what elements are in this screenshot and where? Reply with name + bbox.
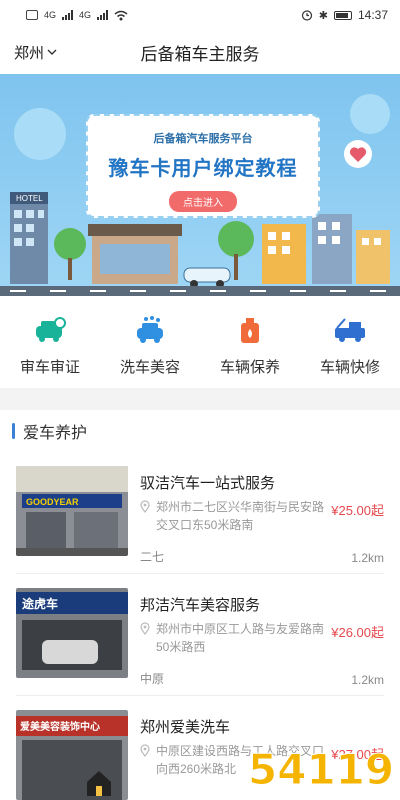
shop-address: 郑州市中原区工人路与友爱路南50米路西 [140,620,330,656]
battery-icon [333,10,352,20]
page-title: 后备箱车主服务 [140,44,260,64]
svg-text:54119手游网: 54119手游网 [248,745,396,794]
bluetooth-icon: ✱ [318,9,328,22]
city-selector[interactable]: 郑州 [14,42,57,63]
shop-address: 郑州市二七区兴华南街与民安路交叉口东50米路南 [140,498,330,534]
watermark: 54119手游网 [246,732,400,798]
menu-item-maintenance[interactable]: 车辆保养 [205,314,295,388]
location-pin-icon [140,500,150,513]
shop-name: 邦洁汽车美容服务 [140,597,261,614]
car-wash-icon [105,314,195,346]
promo-banner[interactable]: HOTEL 后备箱汽车服务平台 豫车卡用户绑定教程 点击进入 [0,74,400,296]
watermark-logo: 54119手游网 [248,745,400,795]
shop-name: 郑州爱美洗车 [140,719,231,736]
clock: 14:37 [357,8,388,22]
banner-card[interactable]: 后备箱汽车服务平台 豫车卡用户绑定教程 点击进入 [86,114,320,218]
banner-subtitle: 后备箱汽车服务平台 [153,133,253,145]
menu-item-repair[interactable]: 车辆快修 [305,314,395,388]
shop-sign: 途虎车 [22,596,58,611]
banner-title: 豫车卡用户绑定教程 [108,158,298,180]
shop-area: 二七 [140,550,165,564]
signal-icon-2 [97,10,109,20]
banner-enter-button[interactable]: 点击进入 [169,191,237,212]
shop-photo: 途虎车 [16,588,128,678]
section-accent-bar [12,423,15,439]
city-label: 郑州 [14,44,45,62]
menu-label: 洗车美容 [119,359,180,376]
service-menu: 审车审证 洗车美容 车辆保养 车辆快修 [0,296,400,388]
menu-item-inspection[interactable]: 审车审证 [5,314,95,388]
menu-label: 车辆保养 [219,359,280,376]
home-icon [87,771,111,796]
menu-label: 车辆快修 [319,359,380,376]
shop-sign: GOODYEAR [26,497,79,507]
shop-price: ¥26.00起 [331,625,384,640]
section-title: 爱车养护 [23,425,88,442]
chevron-down-icon [47,49,57,55]
shop-name: 驭洁汽车一站式服务 [140,475,276,492]
status-bar: 4G 4G ✱ 14:37 [0,0,400,30]
shop-photo: GOODYEAR [16,466,128,556]
network-type-2: 4G [79,10,92,20]
shop-area: 中原 [140,672,165,686]
section-header: 爱车养护 [0,410,400,452]
home-tab-button[interactable] [84,768,114,798]
menu-label: 审车审证 [19,359,80,376]
menu-item-wash[interactable]: 洗车美容 [105,314,195,388]
shop-price: ¥25.00起 [331,503,384,518]
wifi-icon [114,10,128,20]
shop-item[interactable]: 途虎车 邦洁汽车美容服务 郑州市中原区工人路与友爱路南50米路西 ¥26.00起… [16,574,384,696]
alarm-icon [301,10,312,21]
location-pin-icon [140,744,150,757]
shop-distance: 1.2km [351,673,384,687]
location-pin-icon [140,622,150,635]
shop-distance: 1.2km [351,551,384,565]
car-inspection-icon [5,314,95,346]
sim-icon [26,10,38,20]
tow-truck-icon [305,314,395,346]
hotel-sign: HOTEL [16,194,43,203]
signal-icon [62,10,74,20]
app-header: 郑州 后备箱车主服务 [0,30,400,74]
shop-sign: 爱美美容装饰中心 [20,720,100,733]
network-type: 4G [44,10,57,20]
oil-can-icon [205,314,295,346]
shop-item[interactable]: GOODYEAR 驭洁汽车一站式服务 郑州市二七区兴华南街与民安路交叉口东50米… [16,452,384,574]
